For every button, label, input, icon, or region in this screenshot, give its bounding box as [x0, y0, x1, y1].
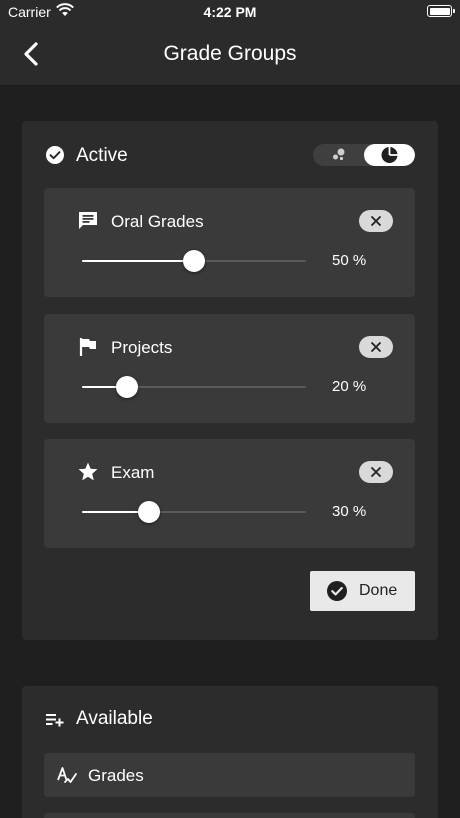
weight-percent: 30 %: [332, 503, 367, 520]
pie-view-option[interactable]: [364, 144, 415, 166]
slider-thumb[interactable]: [138, 501, 161, 523]
remove-group-button[interactable]: [359, 336, 393, 358]
handwriting-icon: [56, 765, 78, 787]
weight-slider[interactable]: [82, 375, 306, 399]
battery-icon: [427, 5, 455, 17]
remove-group-button[interactable]: [359, 210, 393, 232]
group-title: Oral Grades: [111, 212, 204, 231]
grade-group-item: Oral Grades 50 %: [44, 188, 415, 297]
grade-group-item: Exam 30 %: [44, 439, 415, 548]
status-bar: Carrier 4:22 PM: [0, 0, 460, 24]
weight-percent: 50 %: [332, 252, 367, 269]
navigation-bar: Grade Groups: [0, 24, 460, 86]
done-label: Done: [359, 582, 398, 599]
check-circle-icon: [327, 581, 347, 601]
close-icon: [371, 342, 381, 352]
remove-group-button[interactable]: [359, 461, 393, 483]
available-groups-card: Available Grades: [22, 686, 438, 818]
playlist-add-icon: [45, 710, 65, 730]
pie-chart-icon: [381, 147, 398, 163]
clock: 4:22 PM: [203, 4, 257, 20]
close-icon: [371, 467, 381, 477]
slider-fill: [82, 260, 194, 262]
check-circle-icon: [45, 145, 65, 165]
dots-view-option[interactable]: [313, 144, 364, 166]
group-title: Projects: [111, 338, 173, 357]
group-title: Exam: [111, 463, 155, 482]
available-item[interactable]: [44, 813, 415, 818]
slider-thumb[interactable]: [115, 376, 138, 398]
comment-icon: [77, 210, 99, 232]
star-icon: [77, 461, 99, 483]
weight-slider[interactable]: [82, 249, 306, 273]
slider-thumb[interactable]: [183, 250, 205, 272]
available-item-grades[interactable]: Grades: [44, 753, 415, 797]
done-button[interactable]: Done: [310, 571, 415, 611]
flag-icon: [77, 336, 99, 358]
page-title: Grade Groups: [163, 42, 297, 65]
active-groups-card: Active Oral Grades 50 % Projects 20 % Ex…: [22, 121, 438, 640]
view-mode-toggle[interactable]: [313, 144, 415, 166]
weight-slider[interactable]: [82, 500, 306, 524]
available-section-title: Available: [76, 708, 153, 729]
active-section-title: Active: [76, 145, 128, 166]
grade-group-item: Projects 20 %: [44, 314, 415, 423]
dots-icon: [333, 148, 345, 161]
weight-percent: 20 %: [332, 378, 367, 395]
close-icon: [371, 216, 381, 226]
available-item-label: Grades: [88, 766, 144, 785]
